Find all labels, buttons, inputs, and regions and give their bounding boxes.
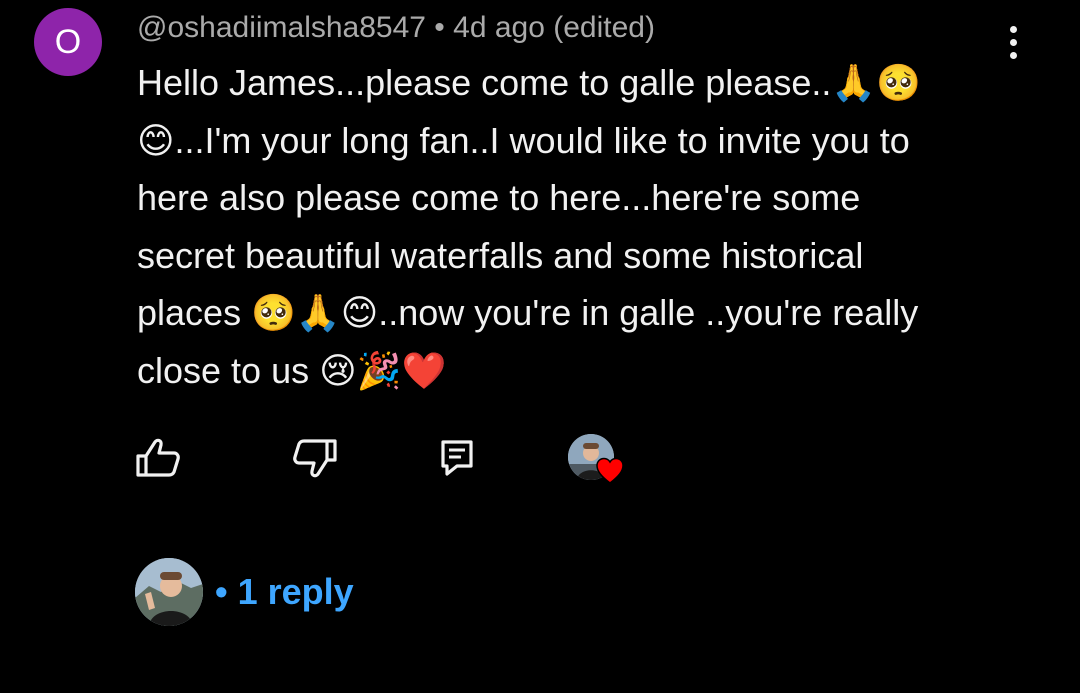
comment-text-line: here also please come to here...here're … <box>137 177 861 218</box>
commenter-avatar[interactable]: O <box>34 8 102 76</box>
commenter-avatar-letter: O <box>54 22 82 61</box>
reply-author-photo <box>135 558 203 626</box>
comment-text-line: Hello James...please come to galle pleas… <box>137 62 922 103</box>
comment-text-line: 😊...I'm your long fan..I would like to i… <box>137 119 910 161</box>
comment-reply-icon <box>441 440 473 476</box>
like-button[interactable] <box>132 432 184 484</box>
comment-text-line: places 🥺🙏😊..now you're in galle ..you're… <box>137 292 919 333</box>
comment-text-line: secret beautiful waterfalls and some his… <box>137 234 864 276</box>
thumb-down-outline-icon <box>293 439 337 478</box>
replies-count-link[interactable]: • 1 reply <box>215 571 354 613</box>
creator-heart-icon <box>596 457 624 484</box>
creator-heart <box>568 434 626 488</box>
reply-author-avatar <box>135 558 203 626</box>
comment-text-line: close to us 😢🎉❤️ <box>137 349 447 391</box>
comment-text: Hello James...please come to galle pleas… <box>137 54 1017 399</box>
dislike-button[interactable] <box>289 432 341 484</box>
comment-meta[interactable]: @oshadiimalsha8547 • 4d ago (edited) <box>137 8 655 48</box>
thumb-up-outline-icon <box>136 438 180 477</box>
view-replies-button[interactable]: • 1 reply <box>135 557 354 627</box>
reply-button[interactable] <box>431 432 483 484</box>
